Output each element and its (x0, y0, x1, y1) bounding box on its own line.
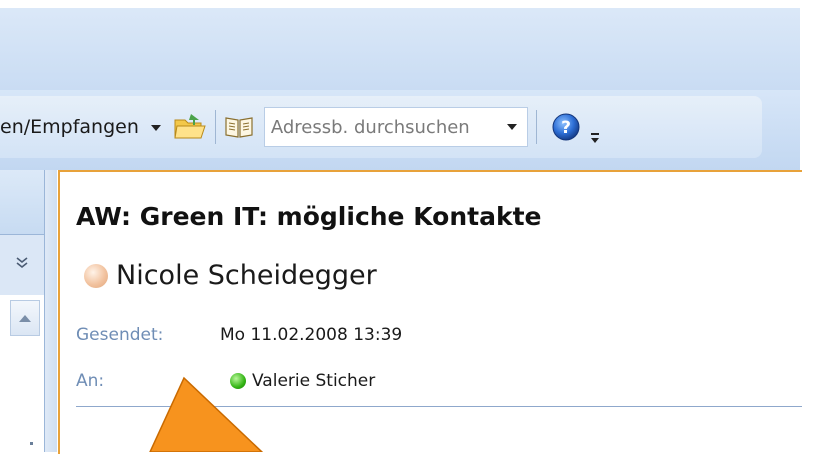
right-margin (800, 8, 829, 452)
sent-value: Mo 11.02.2008 13:39 (220, 325, 403, 345)
double-chevron-down-icon (16, 257, 28, 269)
presence-online-icon (230, 373, 246, 389)
address-book-icon[interactable] (224, 115, 254, 139)
toolbar-separator (535, 110, 537, 144)
navigation-pane (0, 170, 45, 452)
chevron-down-icon (506, 124, 517, 130)
navigation-pane-header (0, 170, 44, 235)
sender-name[interactable]: Nicole Scheidegger (116, 260, 377, 291)
toolbar-separator (214, 110, 216, 144)
toolbar-overflow-icon[interactable] (589, 131, 601, 145)
sender-row: Nicole Scheidegger (84, 260, 377, 291)
window-header (0, 8, 800, 90)
sent-label: Gesendet: (76, 325, 164, 345)
svg-text:?: ? (561, 118, 571, 138)
expand-button[interactable] (0, 235, 44, 295)
scroll-up-button[interactable] (10, 300, 40, 336)
top-margin (0, 0, 829, 8)
search-input[interactable] (268, 115, 493, 139)
nav-dot (30, 442, 33, 445)
recipient-name[interactable]: Valerie Sticher (252, 371, 375, 391)
presence-unknown-icon[interactable] (84, 263, 108, 288)
folder-icon[interactable] (173, 112, 207, 142)
arrow-up-icon (19, 314, 31, 322)
recipient[interactable]: Valerie Sticher (230, 371, 375, 391)
search-dropdown-button[interactable] (497, 108, 527, 146)
help-icon[interactable]: ? (551, 112, 581, 142)
reading-pane: AW: Green IT: mögliche Kontakte Nicole S… (58, 170, 802, 454)
header-divider (76, 406, 802, 407)
chevron-down-icon[interactable] (150, 125, 161, 131)
to-label: An: (76, 371, 105, 391)
pane-splitter[interactable] (45, 170, 57, 452)
send-receive-button[interactable]: en/Empfangen (0, 116, 139, 138)
standard-toolbar: en/Empfangen ? (0, 96, 762, 158)
message-subject: AW: Green IT: mögliche Kontakte (76, 202, 542, 231)
address-book-search[interactable] (263, 107, 528, 147)
